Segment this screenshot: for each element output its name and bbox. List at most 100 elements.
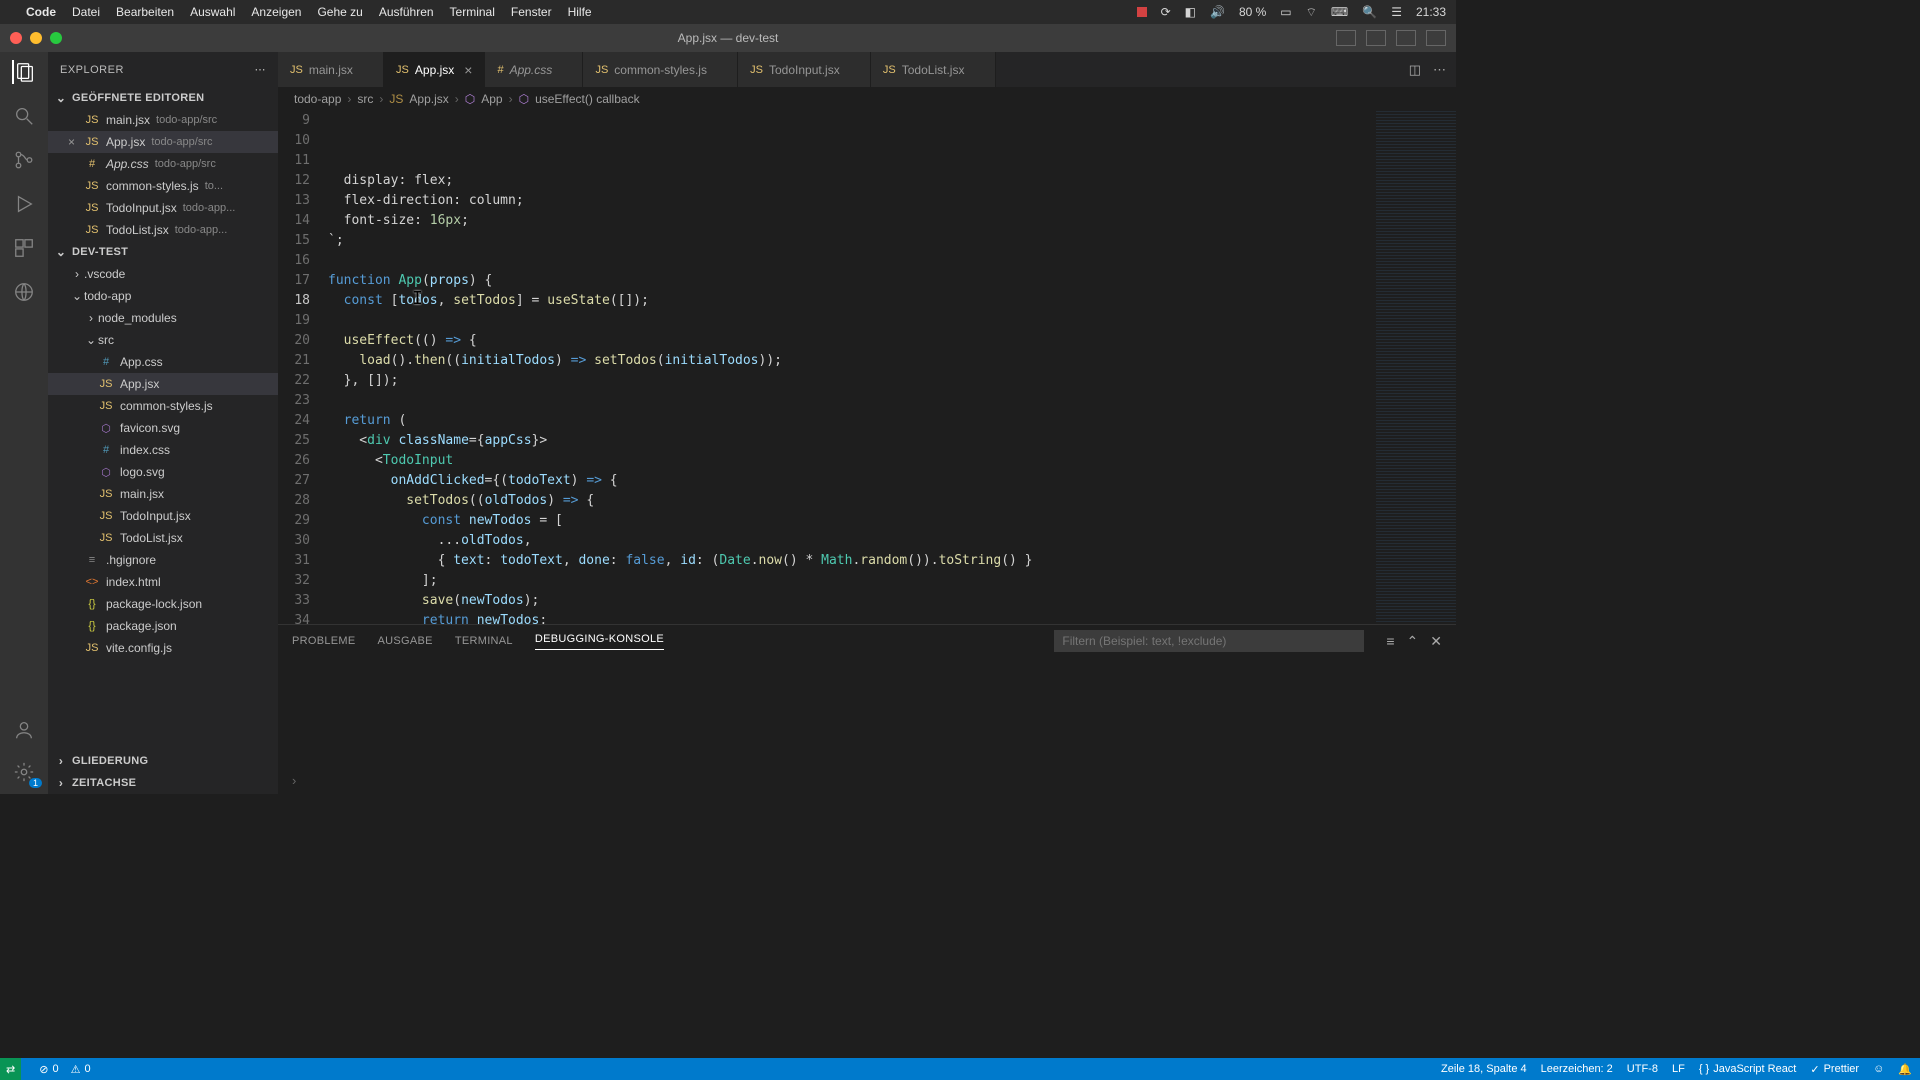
panel-tab-terminal[interactable]: TERMINAL xyxy=(455,635,513,647)
control-center-icon[interactable]: ☰ xyxy=(1391,5,1402,19)
panel-close-icon[interactable]: ✕ xyxy=(1430,633,1442,650)
run-debug-icon[interactable] xyxy=(12,192,36,216)
indentation[interactable]: Leerzeichen: 2 xyxy=(1541,1063,1613,1075)
minimap[interactable] xyxy=(1376,111,1456,624)
file-item[interactable]: JS common-styles.js xyxy=(48,395,278,417)
encoding[interactable]: UTF-8 xyxy=(1627,1063,1658,1075)
menu-item[interactable]: Datei xyxy=(72,5,100,19)
maximize-window-icon[interactable] xyxy=(50,32,62,44)
open-editor-item[interactable]: × # App.css todo-app/src xyxy=(48,153,278,175)
app-menu[interactable]: Code xyxy=(26,5,56,19)
volume-icon[interactable]: 🔊 xyxy=(1210,5,1225,19)
open-editor-item[interactable]: × JS TodoInput.jsx todo-app... xyxy=(48,197,278,219)
close-icon[interactable]: × xyxy=(68,135,84,149)
editor-tab[interactable]: JS TodoList.jsx × xyxy=(871,52,996,87)
open-editor-item[interactable]: × JS common-styles.js to... xyxy=(48,175,278,197)
file-item[interactable]: JS vite.config.js xyxy=(48,637,278,659)
editor-tab[interactable]: JS main.jsx × xyxy=(278,52,384,87)
debug-input-chevron-icon[interactable]: › xyxy=(292,773,296,788)
panel-tab-debug-console[interactable]: DEBUGGING-KONSOLE xyxy=(535,633,664,650)
explorer-icon[interactable] xyxy=(12,60,36,84)
notifications-icon[interactable]: 🔔 xyxy=(1898,1063,1912,1076)
file-item[interactable]: ≡ .hgignore xyxy=(48,549,278,571)
breadcrumb-item[interactable]: App xyxy=(481,92,502,106)
file-item[interactable]: JS TodoInput.jsx xyxy=(48,505,278,527)
layout-left-icon[interactable] xyxy=(1336,30,1356,46)
code-content[interactable]: I display: flex; flex-direction: column;… xyxy=(328,111,1376,624)
timeline-section[interactable]: › ZEITACHSE xyxy=(48,772,278,794)
eol[interactable]: LF xyxy=(1672,1063,1685,1075)
menu-item[interactable]: Terminal xyxy=(450,5,495,19)
file-item[interactable]: <> index.html xyxy=(48,571,278,593)
panel-tab-problems[interactable]: PROBLEME xyxy=(292,635,356,647)
prettier-status[interactable]: ✓ Prettier xyxy=(1810,1063,1859,1076)
open-editor-item[interactable]: × JS App.jsx todo-app/src xyxy=(48,131,278,153)
editor-tab[interactable]: JS common-styles.js × xyxy=(583,52,738,87)
errors-count[interactable]: ⊘ 0 xyxy=(39,1063,58,1076)
warnings-count[interactable]: ⚠ 0 xyxy=(71,1063,91,1076)
file-item[interactable]: JS TodoList.jsx xyxy=(48,527,278,549)
filter-icon[interactable]: ≡ xyxy=(1386,633,1394,650)
file-item[interactable]: ⬡ favicon.svg xyxy=(48,417,278,439)
file-item[interactable]: JS main.jsx xyxy=(48,483,278,505)
open-editors-header[interactable]: ⌄ GEÖFFNETE EDITOREN xyxy=(48,87,278,109)
close-icon[interactable]: × xyxy=(464,62,472,78)
menu-item[interactable]: Hilfe xyxy=(568,5,592,19)
file-item[interactable]: {} package-lock.json xyxy=(48,593,278,615)
explorer-more-icon[interactable]: ⋯ xyxy=(255,63,267,76)
open-editor-item[interactable]: × JS main.jsx todo-app/src xyxy=(48,109,278,131)
menu-item[interactable]: Ausführen xyxy=(379,5,434,19)
breadcrumb-item[interactable]: todo-app xyxy=(294,92,341,106)
breadcrumbs[interactable]: todo-app› src› JS App.jsx› ⬡ App› ⬡ useE… xyxy=(278,87,1456,111)
search-icon[interactable]: 🔍 xyxy=(1362,5,1377,19)
more-actions-icon[interactable]: ⋯ xyxy=(1433,62,1446,78)
breadcrumb-item[interactable]: src xyxy=(357,92,373,106)
file-item[interactable]: {} package.json xyxy=(48,615,278,637)
layout-grid-icon[interactable] xyxy=(1426,30,1446,46)
menu-item[interactable]: Auswahl xyxy=(190,5,235,19)
folder-item[interactable]: › node_modules xyxy=(48,307,278,329)
layout-right-icon[interactable] xyxy=(1396,30,1416,46)
battery-icon[interactable]: ▭ xyxy=(1280,5,1291,19)
keyboard-icon[interactable]: ⌨ xyxy=(1331,5,1348,19)
feedback-icon[interactable]: ☺ xyxy=(1873,1063,1884,1075)
panel-maximize-icon[interactable]: ⌃ xyxy=(1407,633,1419,650)
menu-item[interactable]: Fenster xyxy=(511,5,552,19)
outline-section[interactable]: › GLIEDERUNG xyxy=(48,750,278,772)
minimize-window-icon[interactable] xyxy=(30,32,42,44)
file-item[interactable]: # index.css xyxy=(48,439,278,461)
remote-explorer-icon[interactable] xyxy=(12,280,36,304)
file-item[interactable]: ⬡ logo.svg xyxy=(48,461,278,483)
code-editor[interactable]: 9101112131415161718192021222324252627282… xyxy=(278,111,1456,624)
settings-icon[interactable]: 1 xyxy=(12,760,36,784)
file-item[interactable]: JS App.jsx xyxy=(48,373,278,395)
panel-filter-input[interactable] xyxy=(1054,630,1364,652)
breadcrumb-item[interactable]: useEffect() callback xyxy=(535,92,640,106)
battery-pct[interactable]: 80 % xyxy=(1239,5,1266,19)
breadcrumb-item[interactable]: App.jsx xyxy=(409,92,448,106)
clock[interactable]: 21:33 xyxy=(1416,5,1446,19)
wifi-icon[interactable]: ⌔ xyxy=(1306,5,1317,20)
menu-item[interactable]: Anzeigen xyxy=(251,5,301,19)
folder-item[interactable]: ⌄ todo-app xyxy=(48,285,278,307)
menu-item[interactable]: Gehe zu xyxy=(317,5,362,19)
panel-tab-output[interactable]: AUSGABE xyxy=(378,635,433,647)
file-item[interactable]: # App.css xyxy=(48,351,278,373)
split-editor-icon[interactable]: ◫ xyxy=(1409,62,1421,78)
cursor-position[interactable]: Zeile 18, Spalte 4 xyxy=(1441,1063,1527,1075)
menu-item[interactable]: Bearbeiten xyxy=(116,5,174,19)
open-editor-item[interactable]: × JS TodoList.jsx todo-app... xyxy=(48,219,278,241)
editor-tab[interactable]: JS App.jsx × xyxy=(384,52,485,87)
folder-item[interactable]: ⌄ src xyxy=(48,329,278,351)
tray-icon[interactable]: ⟳ xyxy=(1161,5,1171,19)
account-icon[interactable] xyxy=(12,718,36,742)
editor-tab[interactable]: JS TodoInput.jsx × xyxy=(738,52,871,87)
tray-icon[interactable]: ◧ xyxy=(1185,5,1196,19)
project-header[interactable]: ⌄ DEV-TEST xyxy=(48,241,278,263)
layout-bottom-icon[interactable] xyxy=(1366,30,1386,46)
search-icon[interactable] xyxy=(12,104,36,128)
extensions-icon[interactable] xyxy=(12,236,36,260)
close-window-icon[interactable] xyxy=(10,32,22,44)
editor-tab[interactable]: # App.css × xyxy=(485,52,583,87)
language-mode[interactable]: { } JavaScript React xyxy=(1699,1063,1797,1075)
